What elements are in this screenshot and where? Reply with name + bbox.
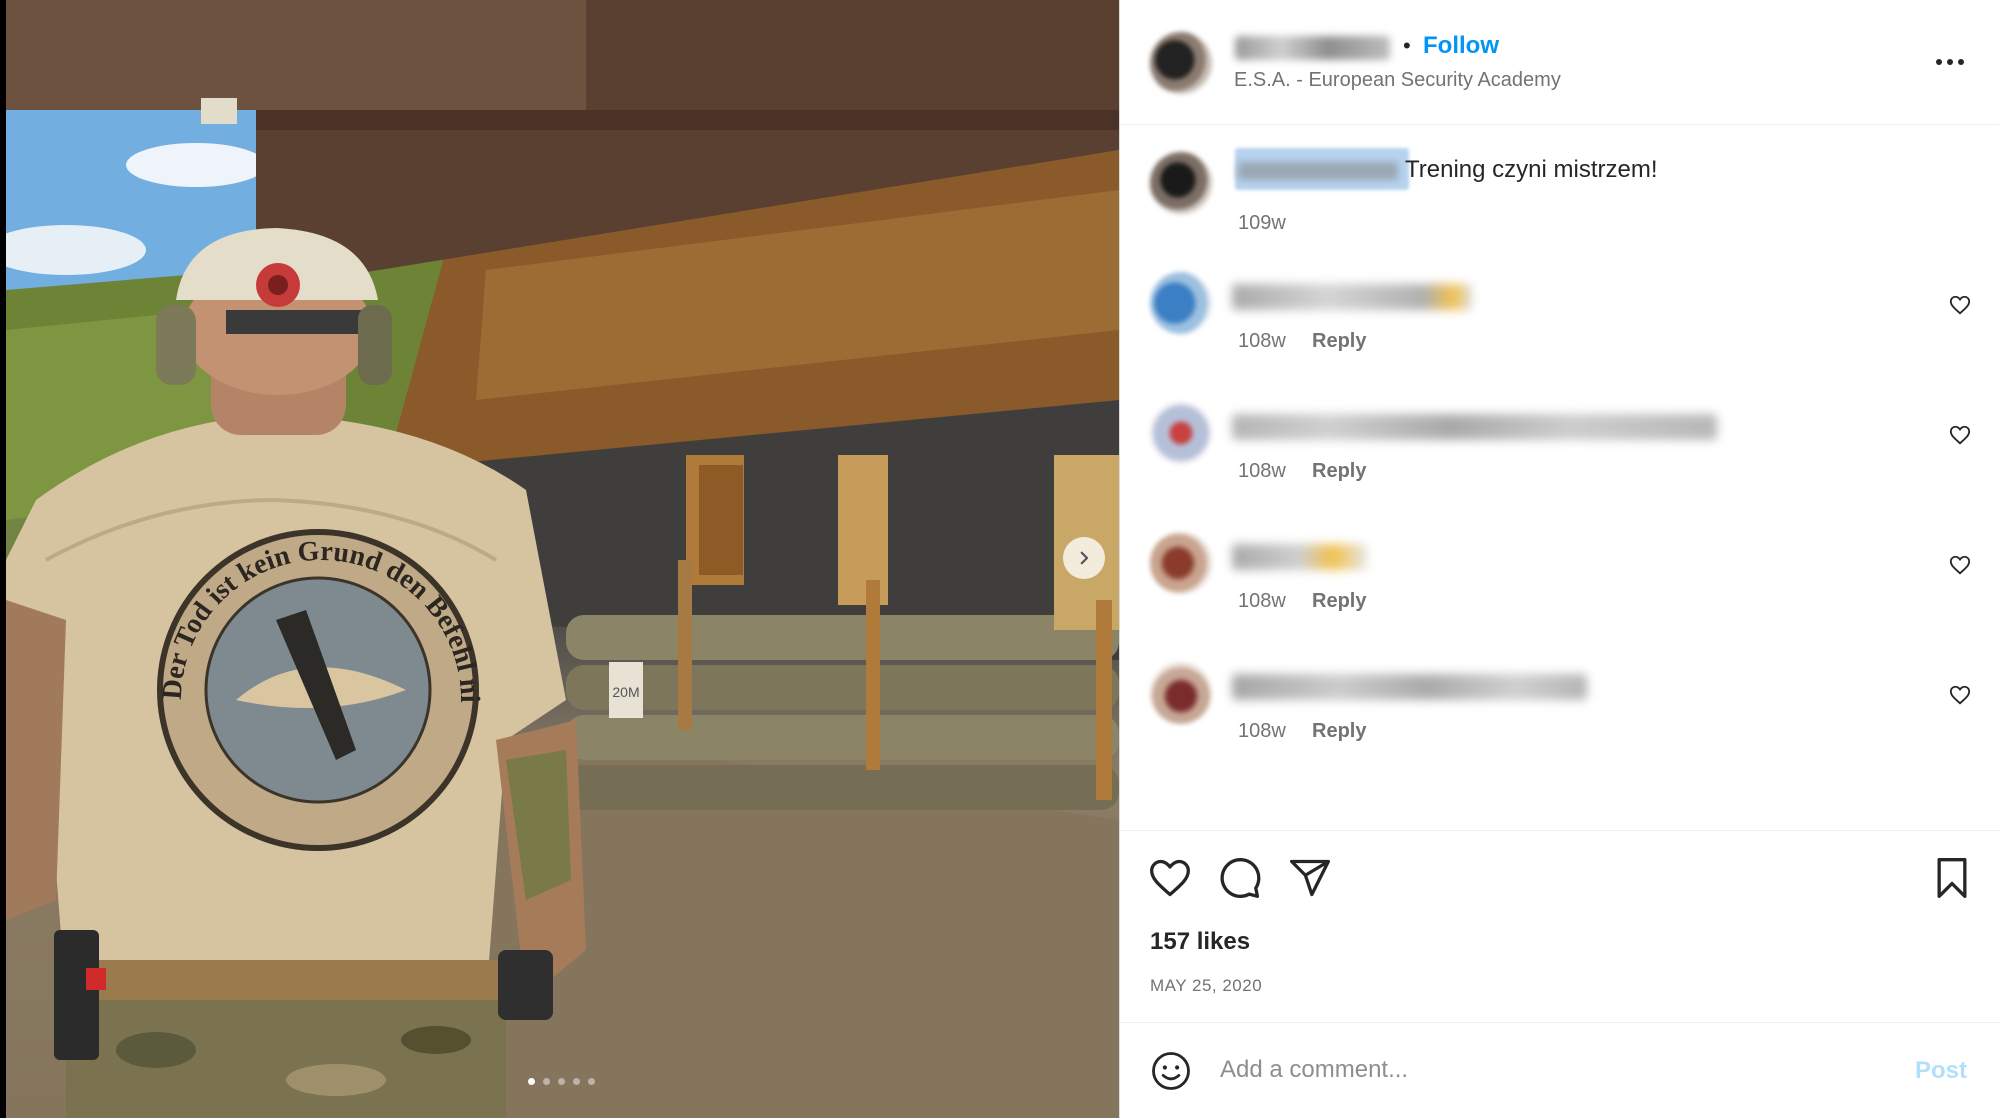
caption-avatar[interactable] bbox=[1150, 152, 1212, 214]
commenter-avatar[interactable] bbox=[1150, 532, 1212, 594]
comment-item: 108w Reply bbox=[1120, 532, 1999, 637]
comment-text-blurred bbox=[1232, 414, 1717, 440]
caption-username-blurred bbox=[1238, 162, 1398, 180]
comment-timestamp[interactable]: 108w bbox=[1238, 720, 1286, 743]
carousel-dot bbox=[558, 1078, 565, 1085]
likes-count[interactable]: 157 likes bbox=[1150, 928, 1250, 956]
author-avatar[interactable] bbox=[1150, 32, 1212, 94]
more-options-icon[interactable] bbox=[1930, 52, 1970, 72]
comment-reply-button[interactable]: Reply bbox=[1312, 720, 1366, 743]
post-side-panel: • Follow E.S.A. - European Security Acad… bbox=[1119, 0, 1999, 1118]
comment-like-icon[interactable] bbox=[1949, 554, 1971, 576]
post-caption: Trening czyni mistrzem! 109w bbox=[1120, 140, 1999, 250]
comment-text-blurred bbox=[1232, 284, 1472, 310]
comment-reply-button[interactable]: Reply bbox=[1312, 590, 1366, 613]
post-header: • Follow E.S.A. - European Security Acad… bbox=[1120, 0, 1999, 125]
carousel-dots bbox=[528, 1078, 595, 1085]
comment-timestamp[interactable]: 108w bbox=[1238, 330, 1286, 353]
comment-reply-button[interactable]: Reply bbox=[1312, 330, 1366, 353]
post-comment-button[interactable]: Post bbox=[1915, 1057, 1967, 1085]
comment-like-icon[interactable] bbox=[1949, 424, 1971, 446]
comment-text-blurred bbox=[1232, 674, 1587, 700]
post-photo[interactable]: 20M Der Tod ist kein Grund den Befehl ni… bbox=[6, 0, 1119, 1118]
comment-icon[interactable] bbox=[1218, 856, 1262, 900]
comment-like-icon[interactable] bbox=[1949, 294, 1971, 316]
commenter-avatar[interactable] bbox=[1150, 402, 1212, 464]
commenter-avatar[interactable] bbox=[1150, 662, 1212, 724]
carousel-dot bbox=[588, 1078, 595, 1085]
range-scene-illustration: 20M Der Tod ist kein Grund den Befehl ni… bbox=[6, 0, 1119, 1118]
comment-timestamp[interactable]: 108w bbox=[1238, 590, 1286, 613]
comment-text-blurred bbox=[1232, 544, 1367, 570]
comment-item: 108w Reply bbox=[1120, 402, 1999, 507]
carousel-dot bbox=[573, 1078, 580, 1085]
location-link[interactable]: E.S.A. - European Security Academy bbox=[1234, 69, 1561, 92]
carousel-dot-active bbox=[528, 1078, 535, 1085]
caption-timestamp[interactable]: 109w bbox=[1238, 212, 1286, 235]
comment-composer: Post bbox=[1120, 1022, 1999, 1118]
header-separator: • bbox=[1403, 33, 1411, 58]
carousel-dot bbox=[543, 1078, 550, 1085]
distance-sign-text: 20M bbox=[612, 684, 639, 700]
comment-timestamp[interactable]: 108w bbox=[1238, 460, 1286, 483]
smiley-icon[interactable] bbox=[1150, 1050, 1192, 1092]
comment-like-icon[interactable] bbox=[1949, 684, 1971, 706]
post-actions: 157 likes MAY 25, 2020 bbox=[1120, 830, 1999, 1025]
author-username-blurred[interactable] bbox=[1235, 36, 1390, 60]
comment-item: 108w Reply bbox=[1120, 662, 1999, 767]
post-date: MAY 25, 2020 bbox=[1150, 976, 1263, 995]
paper-plane-icon[interactable] bbox=[1288, 856, 1332, 900]
comment-input[interactable] bbox=[1220, 1047, 1840, 1093]
caption-text: Trening czyni mistrzem! bbox=[1405, 156, 1658, 183]
chevron-right-icon bbox=[1080, 551, 1089, 565]
heart-icon[interactable] bbox=[1148, 856, 1192, 900]
bookmark-icon[interactable] bbox=[1930, 856, 1974, 900]
comment-reply-button[interactable]: Reply bbox=[1312, 460, 1366, 483]
comment-item: 108w Reply bbox=[1120, 272, 1999, 377]
next-photo-button[interactable] bbox=[1063, 537, 1105, 579]
commenter-avatar[interactable] bbox=[1150, 272, 1212, 334]
follow-button[interactable]: Follow bbox=[1423, 32, 1499, 60]
